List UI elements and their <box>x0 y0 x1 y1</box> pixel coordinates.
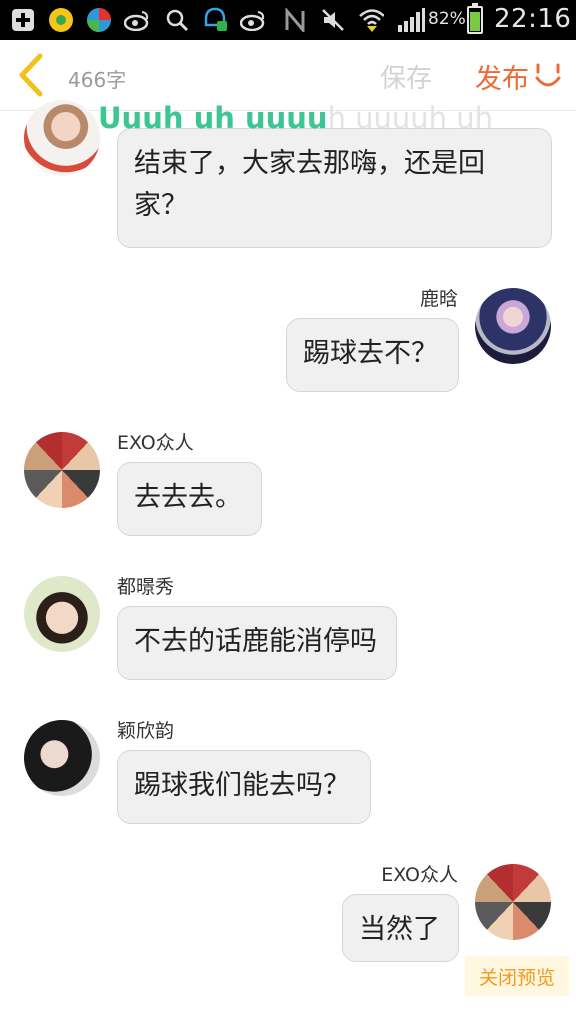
avatar[interactable] <box>475 864 551 940</box>
status-bar: 82% 22:16 <box>0 0 576 40</box>
lyric-sung: Uuuh uh uuuu <box>98 101 328 135</box>
save-button[interactable]: 保存 <box>380 58 432 95</box>
message-bubble: 结束了，大家去那嗨，还是回家？ <box>117 128 552 248</box>
mute-icon <box>320 8 346 32</box>
lyric-unsung: h uuuuh uh <box>327 101 494 135</box>
sender-name: 都暻秀 <box>117 576 175 598</box>
clock: 22:16 <box>494 4 572 34</box>
add-icon <box>10 8 36 32</box>
weibo-icon <box>124 8 150 32</box>
avatar[interactable] <box>24 100 100 176</box>
publish-button[interactable]: 发布 <box>475 57 529 96</box>
back-button[interactable] <box>12 52 52 98</box>
qq-music-icon <box>48 8 74 32</box>
lyric-overlay: Uuuh uh uuuuh uuuuh uh <box>98 100 493 136</box>
emoji-icon[interactable] <box>534 62 562 90</box>
wifi-icon <box>358 8 384 32</box>
signal-icon <box>396 8 426 32</box>
message-bubble: 踢球我们能去吗？ <box>117 750 371 824</box>
message-bubble: 踢球去不？ <box>286 318 459 392</box>
avatar[interactable] <box>24 432 100 508</box>
close-preview-button[interactable]: 关闭预览 <box>465 956 569 996</box>
sender-name: EXO众人 <box>117 432 194 454</box>
avatar[interactable] <box>24 576 100 652</box>
sender-name: EXO众人 <box>381 864 458 886</box>
nfc-icon <box>282 8 308 32</box>
message-bubble: 当然了 <box>342 894 459 962</box>
message-bubble: 去去去。 <box>117 462 262 536</box>
colorful-app-icon <box>86 8 112 32</box>
message-bubble: 不去的话鹿能消停吗 <box>117 606 397 680</box>
sender-name: 鹿晗 <box>419 288 458 310</box>
battery-percent: 82% <box>428 9 466 29</box>
char-count: 466字 <box>68 68 127 92</box>
search-icon <box>164 8 190 32</box>
avatar[interactable] <box>475 288 551 364</box>
sender-name: 颖欣韵 <box>117 720 175 742</box>
avatar[interactable] <box>24 720 100 796</box>
back-arrow-icon <box>19 53 43 97</box>
message-icon <box>202 7 228 32</box>
weibo-icon <box>240 8 266 32</box>
battery-icon <box>467 3 483 34</box>
